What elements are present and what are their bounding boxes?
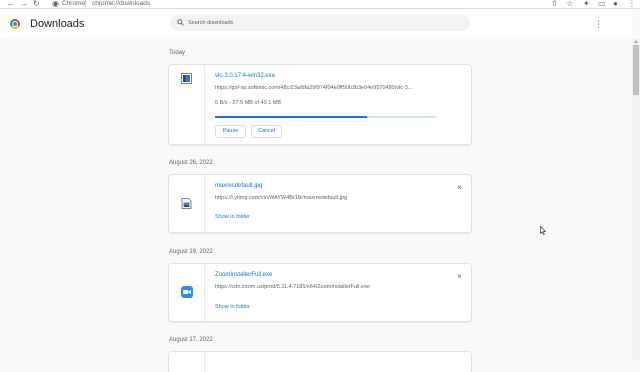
back-icon[interactable]: ← [7,0,15,8]
download-progress-text: 0 B/s - 27.5 MB of 40.1 MB [215,100,282,106]
show-in-folder-link[interactable]: Show in folder [215,304,250,311]
page-title: Downloads [30,18,85,30]
extensions-icon[interactable]: ✦ [583,0,590,8]
browser-toolbar: ← → ↻ ◉ Chrome chrome://downloads ⇧ ☆ ✦ … [0,0,640,9]
downloads-header: Downloads ⋮ [0,9,632,39]
search-icon [177,19,184,26]
side-panel-icon[interactable]: ▭ [598,0,606,8]
page-scrollbar[interactable] [632,39,640,360]
card-divider [204,65,205,144]
url-separator [85,0,86,7]
cancel-button[interactable]: Cancel [251,125,282,138]
remove-close-icon[interactable]: × [456,184,463,192]
file-name-link[interactable]: maxresdefault.jpg [215,183,262,190]
bookmark-star-icon[interactable]: ☆ [566,0,573,8]
reload-icon[interactable]: ↻ [33,0,40,8]
profile-icon[interactable]: ● [613,0,618,8]
download-progress-fill [215,116,368,118]
show-in-folder-link[interactable]: Show in folder [215,214,250,221]
file-source-url: https://gsf-sp.softonic.com/48c/23a/bfa2… [215,85,413,91]
file-name-link[interactable]: ZoomInstallerFull.exe [215,272,272,279]
chrome-logo-icon [10,19,20,29]
chrome-site-icon[interactable]: ◉ [52,0,59,8]
more-actions-icon[interactable]: ⋮ [594,19,603,29]
share-icon[interactable]: ⇧ [551,0,558,8]
download-progress-bar [215,116,437,118]
download-card-partial [169,352,471,372]
zoom-app-icon [181,286,193,298]
card-divider [204,264,205,321]
search-bar[interactable] [170,15,470,31]
image-file-icon [181,198,192,209]
pause-button[interactable]: Pause [215,125,246,138]
section-date-aug-26: August 26, 2022 [169,160,213,166]
download-card-zoom: ZoomInstallerFull.exe × https://cdn.zoom… [169,264,471,321]
card-divider [204,175,205,232]
browser-menu-icon[interactable]: ⋮ [628,0,636,8]
scrollbar-thumb[interactable] [633,45,639,95]
section-date-today: Today [169,50,186,56]
download-card-maxresdefault: maxresdefault.jpg × https://i.ytimg.com/… [169,175,471,232]
section-date-aug-17: August 17, 2022 [169,337,213,343]
mouse-cursor-icon [540,226,546,235]
file-source-url: https://i.ytimg.com/vi/sWAYW4Br1Ik/maxre… [215,195,348,201]
card-divider [204,352,205,372]
scroll-up-arrow-icon[interactable] [634,40,638,43]
vlc-file-icon [181,73,192,84]
file-name-link[interactable]: vlc-3.0.17.4-win32.exe [215,73,275,80]
forward-icon[interactable]: → [20,0,28,8]
file-source-url: https://cdn.zoom.us/prod/5.11.4.7185/x64… [215,284,370,290]
download-card-vlc: vlc-3.0.17.4-win32.exe https://gsf-sp.so… [169,65,471,144]
url-scheme-label: Chrome [62,0,86,7]
search-input[interactable] [188,17,458,29]
section-date-aug-19: August 19, 2022 [169,249,213,255]
remove-close-icon[interactable]: × [456,273,463,281]
address-bar-url[interactable]: chrome://downloads [92,0,150,7]
